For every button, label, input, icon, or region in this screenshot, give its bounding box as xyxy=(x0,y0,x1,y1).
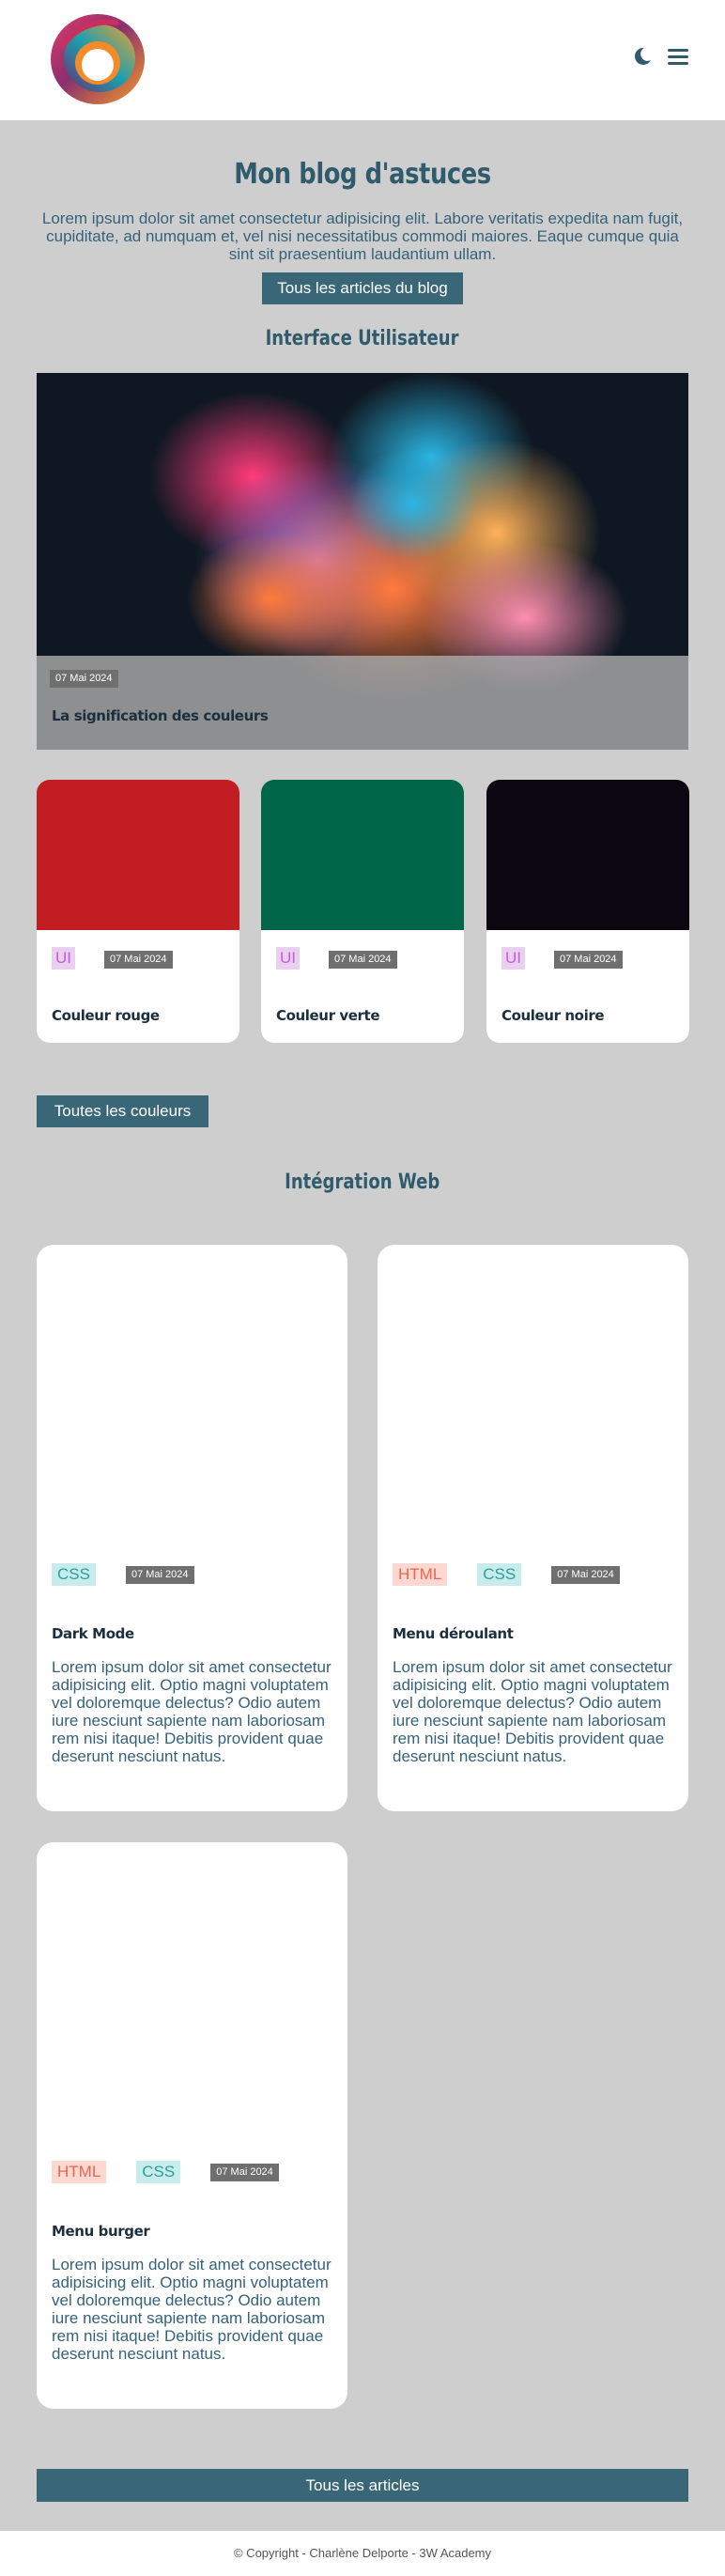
tag-ui[interactable]: UI xyxy=(276,947,300,970)
color-card-green[interactable]: UI 07 Mai 2024 Couleur verte xyxy=(261,780,464,1043)
all-blog-articles-button[interactable]: Tous les articles du blog xyxy=(262,272,463,304)
card-title[interactable]: Menu déroulant xyxy=(393,1625,514,1642)
tag-ui[interactable]: UI xyxy=(501,947,525,970)
web-card-dropdown-menu[interactable]: HTML CSS 07 Mai 2024 Menu déroulant Lore… xyxy=(378,1245,688,1811)
tag-ui[interactable]: UI xyxy=(52,947,75,970)
swirl-logo[interactable] xyxy=(43,9,148,109)
tag-html[interactable]: HTML xyxy=(52,2161,107,2183)
all-articles-button[interactable]: Tous les articles xyxy=(37,2469,688,2502)
date-badge: 07 Mai 2024 xyxy=(329,951,397,969)
color-card-red[interactable]: UI 07 Mai 2024 Couleur rouge xyxy=(37,780,239,1043)
featured-caption: 07 Mai 2024 La signification des couleur… xyxy=(37,656,688,750)
moon-icon[interactable] xyxy=(631,45,654,68)
web-card-burger-menu[interactable]: HTML CSS 07 Mai 2024 Menu burger Lorem i… xyxy=(37,1842,347,2409)
web-section-title: Intégration Web xyxy=(285,1171,440,1194)
site-header xyxy=(0,0,725,120)
tag-css[interactable]: CSS xyxy=(477,1563,522,1586)
date-badge: 07 Mai 2024 xyxy=(104,951,173,969)
hamburger-icon[interactable] xyxy=(667,45,689,68)
card-excerpt: Lorem ipsum dolor sit amet consectetur a… xyxy=(52,1658,332,1765)
site-footer: © Copyright - Charlène Delporte - 3W Aca… xyxy=(0,2531,725,2576)
hero-section: Mon blog d'astuces Lorem ipsum dolor sit… xyxy=(0,120,725,304)
page-title: Mon blog d'astuces xyxy=(234,158,491,191)
date-badge: 07 Mai 2024 xyxy=(125,1565,194,1584)
card-title[interactable]: Couleur noire xyxy=(501,1007,605,1024)
featured-title[interactable]: La signification des couleurs xyxy=(52,707,269,724)
card-title[interactable]: Dark Mode xyxy=(52,1625,134,1642)
date-badge: 07 Mai 2024 xyxy=(551,1565,620,1584)
tag-css[interactable]: CSS xyxy=(52,1563,96,1586)
card-excerpt: Lorem ipsum dolor sit amet consectetur a… xyxy=(393,1658,672,1765)
tag-html[interactable]: HTML xyxy=(393,1563,448,1586)
hero-intro: Lorem ipsum dolor sit amet consectetur a… xyxy=(41,209,684,263)
card-color-swatch xyxy=(261,780,464,930)
copyright-text: © Copyright - Charlène Delporte - 3W Aca… xyxy=(233,2546,492,2560)
tag-css[interactable]: CSS xyxy=(136,2161,181,2183)
card-title[interactable]: Couleur rouge xyxy=(52,1007,160,1024)
all-colors-button[interactable]: Toutes les couleurs xyxy=(37,1095,208,1127)
card-title[interactable]: Menu burger xyxy=(52,2223,150,2240)
card-excerpt: Lorem ipsum dolor sit amet consectetur a… xyxy=(52,2256,332,2363)
date-badge: 07 Mai 2024 xyxy=(210,2163,279,2181)
date-badge: 07 Mai 2024 xyxy=(50,670,118,688)
ui-section-title: Interface Utilisateur xyxy=(266,327,459,350)
web-card-dark-mode[interactable]: CSS 07 Mai 2024 Dark Mode Lorem ipsum do… xyxy=(37,1245,347,1811)
card-title[interactable]: Couleur verte xyxy=(276,1007,380,1024)
color-card-black[interactable]: UI 07 Mai 2024 Couleur noire xyxy=(486,780,689,1043)
card-color-swatch xyxy=(37,780,239,930)
date-badge: 07 Mai 2024 xyxy=(554,951,623,969)
featured-article-card[interactable]: 07 Mai 2024 La signification des couleur… xyxy=(37,373,688,750)
card-color-swatch xyxy=(486,780,689,930)
